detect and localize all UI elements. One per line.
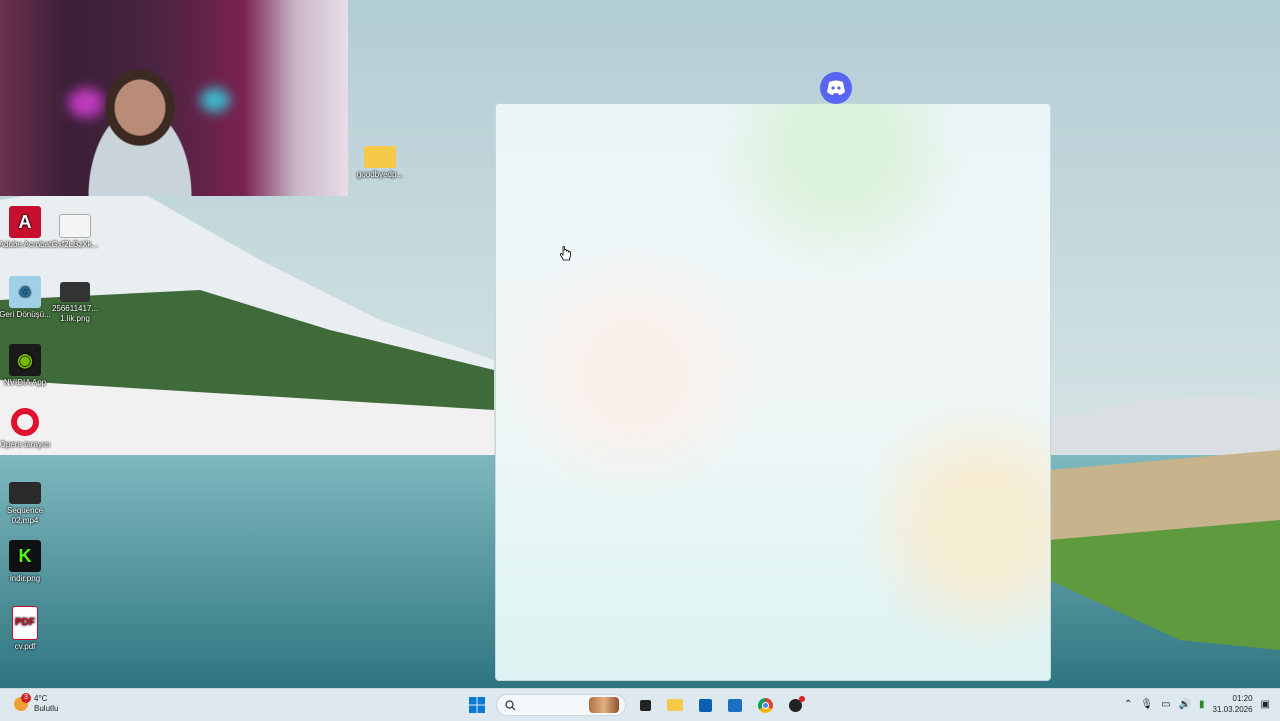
desktop-icon-label: indir.png [9, 574, 41, 583]
clock[interactable]: 01:20 31.03.2026 [1213, 693, 1253, 715]
search-input[interactable] [516, 698, 600, 712]
desktop-icon-nvidia[interactable]: ◉ NVIDIA App [0, 344, 53, 388]
chrome-icon [757, 697, 773, 713]
taskbar-search[interactable] [496, 694, 626, 716]
opera-icon [9, 406, 41, 438]
outlook-icon [728, 698, 742, 712]
outlook-button[interactable] [724, 694, 746, 716]
pdf-icon: PDF [12, 606, 38, 640]
folder-label: goodbyedp... [356, 170, 404, 179]
file-explorer-icon [667, 699, 683, 711]
app-icon [788, 695, 805, 712]
weather-icon: 3 [14, 693, 31, 711]
search-highlight-image [589, 697, 619, 713]
volume-icon[interactable]: 🔊 [1179, 699, 1191, 710]
clock-time: 01:20 [1232, 694, 1253, 703]
desktop-icon-label: Adobe Acrobat [0, 240, 52, 249]
folder-icon [364, 146, 396, 168]
desktop-icon-acrobat[interactable]: A Adobe Acrobat [0, 206, 53, 250]
store-button[interactable] [694, 694, 716, 716]
weather-widget[interactable]: 3 4°C Bulutlu [14, 693, 59, 714]
system-tray: ⌃ 🎙 ▭ 🔊 ▮ 01:20 31.03.2026 ▣ [1124, 693, 1270, 715]
desktop-icon-cv[interactable]: PDF cv.pdf [0, 606, 53, 652]
nvidia-icon: ◉ [9, 344, 41, 376]
notification-icon[interactable]: ▣ [1261, 699, 1270, 710]
windows-icon [469, 697, 485, 713]
network-icon[interactable]: ▭ [1161, 699, 1170, 710]
desktop-icon-label: Opera tarayıcı [0, 440, 51, 449]
task-view-icon [639, 699, 651, 711]
taskbar: 3 4°C Bulutlu ⌃ 🎙 ▭ 🔊 ▮ 01:20 31.03.2026… [0, 688, 1280, 721]
discord-icon[interactable] [820, 72, 852, 104]
weather-temp: 4°C [34, 694, 48, 703]
notification-badge: 3 [21, 693, 31, 703]
desktop-icon-label: Sequence 02.mp4 [6, 506, 44, 525]
start-button[interactable] [466, 694, 488, 716]
store-icon [698, 698, 712, 712]
chrome-button[interactable] [754, 694, 776, 716]
desktop-icon-label: NVIDIA App [3, 378, 47, 387]
clock-date: 31.03.2026 [1212, 705, 1253, 714]
chevron-up-icon[interactable]: ⌃ [1124, 699, 1132, 710]
webcam-overlay [0, 0, 348, 196]
app-splash-window [495, 103, 1051, 681]
image-file-icon [59, 214, 91, 238]
search-icon [505, 699, 516, 710]
task-view-button[interactable] [634, 694, 656, 716]
image-file-icon [60, 282, 90, 302]
desktop-icon-label: cv.pdf [14, 642, 36, 651]
desktop-icon-gxf[interactable]: Gxf2LBzXk... [47, 214, 103, 250]
file-explorer-button[interactable] [664, 694, 686, 716]
streamer-person [60, 60, 220, 196]
video-file-icon [9, 482, 41, 504]
desktop-icon-label: 256611417... 1.lik.png [51, 304, 99, 323]
desktop-icon-sequence[interactable]: Sequence 02.mp4 [0, 482, 53, 526]
microphone-icon[interactable]: 🎙 [1140, 699, 1153, 710]
desktop-icon-label: Geri Dönüşü... [0, 310, 51, 319]
acrobat-icon: A [9, 206, 41, 238]
app-button[interactable] [784, 694, 806, 716]
desktop-icon-label: Gxf2LBzXk... [51, 240, 99, 249]
image-file-icon: K [9, 540, 41, 572]
desktop-folder[interactable]: goodbyedp... [352, 142, 408, 180]
desktop-icon-opera[interactable]: Opera tarayıcı [0, 406, 53, 450]
desktop-icon-recycle-bin[interactable]: ♻ Geri Dönüşü... [0, 276, 53, 320]
weather-condition: Bulutlu [34, 704, 59, 713]
desktop-icon-png[interactable]: 256611417... 1.lik.png [47, 282, 103, 324]
desktop-icon-indir[interactable]: K indir.png [0, 540, 53, 584]
recycle-bin-icon: ♻ [9, 276, 41, 308]
battery-icon[interactable]: ▮ [1199, 699, 1205, 710]
hand-cursor-icon [559, 246, 571, 261]
